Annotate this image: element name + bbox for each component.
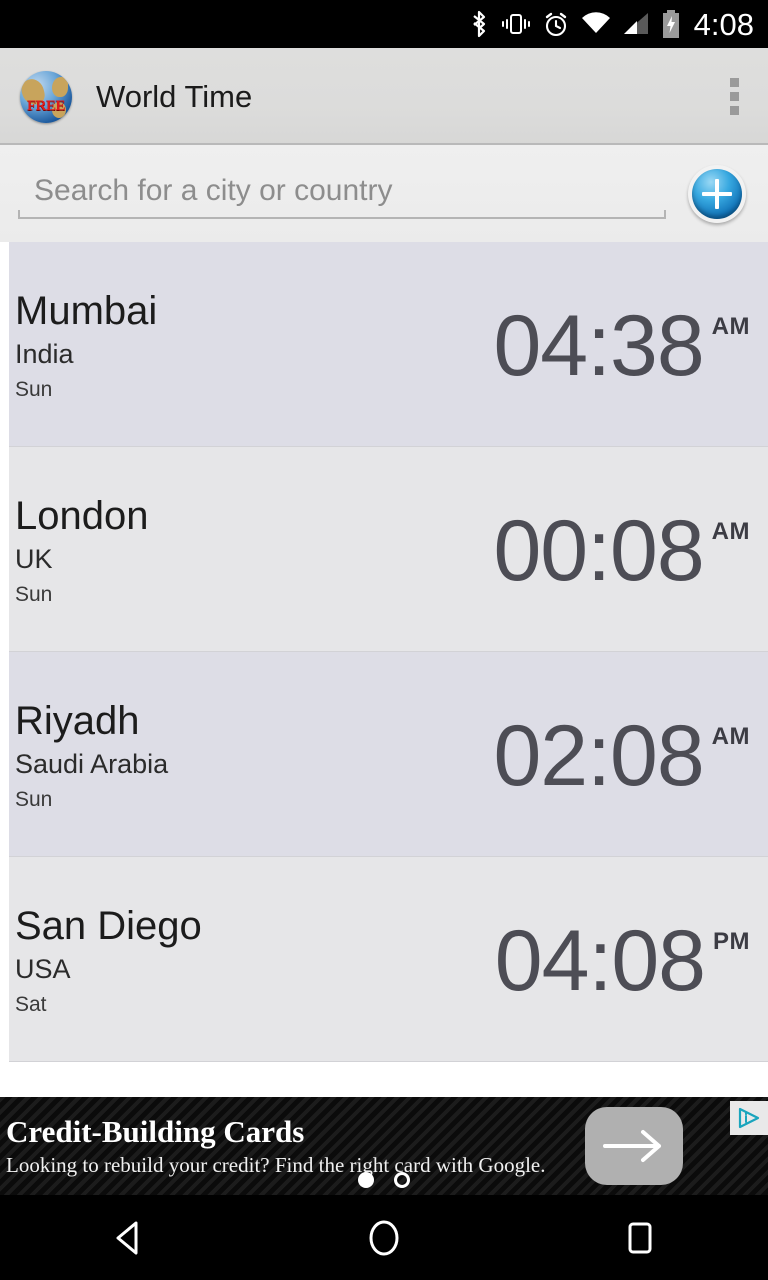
city-ampm: AM xyxy=(711,312,750,340)
list-item[interactable]: San Diego USA Sat 04:08 PM xyxy=(9,857,768,1062)
bluetooth-icon xyxy=(472,10,485,38)
recents-square-icon[interactable] xyxy=(580,1195,700,1280)
city-name: Riyadh xyxy=(15,698,140,743)
city-time: 04:08 xyxy=(494,912,706,1009)
city-country: UK xyxy=(15,543,53,574)
city-time: 04:38 xyxy=(493,297,704,394)
android-nav-bar xyxy=(0,1195,768,1280)
city-list: Mumbai India Sun 04:38 AM London UK Sun … xyxy=(0,242,768,1097)
search-bar xyxy=(0,145,768,242)
city-day: Sun xyxy=(15,787,53,811)
action-bar: FREE World Time xyxy=(0,48,768,145)
list-item[interactable]: London UK Sun 00:08 AM xyxy=(9,447,768,652)
city-clock: 04:38 AM xyxy=(493,297,768,394)
vibrate-icon xyxy=(501,14,530,34)
battery-charging-icon xyxy=(662,10,679,38)
search-underline xyxy=(18,209,666,219)
cell-signal-icon xyxy=(623,13,648,34)
city-day: Sat xyxy=(15,992,47,1016)
city-info: Riyadh Saudi Arabia Sun xyxy=(13,700,493,810)
city-day: Sun xyxy=(15,377,53,401)
wifi-icon xyxy=(581,12,610,34)
ad-subtitle: Looking to rebuild your credit? Find the… xyxy=(6,1153,546,1177)
city-info: Mumbai India Sun xyxy=(13,290,493,400)
adchoices-icon[interactable] xyxy=(730,1101,768,1135)
city-info: London UK Sun xyxy=(13,495,493,605)
globe-free-icon: FREE xyxy=(20,70,72,123)
page-title: World Time xyxy=(96,78,253,114)
city-info: San Diego USA Sat xyxy=(13,905,495,1015)
city-country: USA xyxy=(15,953,71,984)
ad-title: Credit-Building Cards xyxy=(6,1113,305,1149)
list-item[interactable]: Mumbai India Sun 04:38 AM xyxy=(9,242,768,447)
home-circle-icon[interactable] xyxy=(324,1195,444,1280)
search-field-wrapper xyxy=(18,163,666,225)
alarm-icon xyxy=(545,12,566,37)
list-item[interactable]: Riyadh Saudi Arabia Sun 02:08 AM xyxy=(9,652,768,857)
city-ampm: AM xyxy=(711,517,750,545)
city-name: London xyxy=(15,493,149,538)
city-ampm: AM xyxy=(711,722,750,750)
city-clock: 00:08 AM xyxy=(493,502,768,599)
city-time: 02:08 xyxy=(493,707,704,804)
status-bar: 4:08 xyxy=(0,0,768,48)
ad-banner[interactable]: Credit-Building Cards Looking to rebuild… xyxy=(0,1097,768,1195)
city-time: 00:08 xyxy=(493,502,704,599)
ad-copy: Credit-Building Cards Looking to rebuild… xyxy=(0,1113,585,1177)
app-icon-badge-label: FREE xyxy=(26,97,66,114)
overflow-menu-icon[interactable] xyxy=(714,67,754,127)
status-bar-icons xyxy=(468,9,681,39)
city-country: India xyxy=(15,338,74,369)
world-time-app: 4:08 FREE World Time Mumbai xyxy=(0,0,768,1280)
city-country: Saudi Arabia xyxy=(15,748,169,779)
city-name: San Diego xyxy=(15,903,202,948)
city-clock: 04:08 PM xyxy=(494,912,768,1009)
back-triangle-icon[interactable] xyxy=(68,1195,188,1280)
city-day: Sun xyxy=(15,582,53,606)
city-clock: 02:08 AM xyxy=(493,707,768,804)
status-bar-clock: 4:08 xyxy=(693,6,754,42)
arrow-right-icon[interactable] xyxy=(585,1107,683,1185)
add-city-icon[interactable] xyxy=(688,164,746,223)
city-name: Mumbai xyxy=(15,288,158,333)
search-input[interactable] xyxy=(18,173,666,214)
city-ampm: PM xyxy=(713,927,750,955)
